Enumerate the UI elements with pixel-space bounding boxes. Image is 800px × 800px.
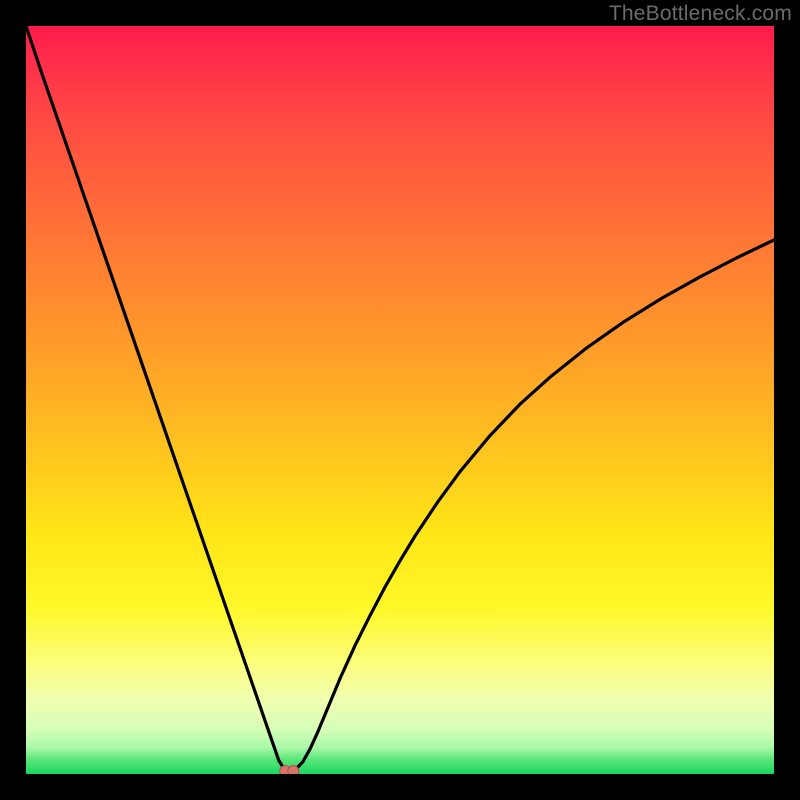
marker-dot <box>288 766 299 774</box>
bottleneck-curve <box>26 26 774 771</box>
bottleneck-point-marker <box>280 766 299 774</box>
watermark-text: TheBottleneck.com <box>609 2 792 26</box>
chart-svg <box>26 26 774 774</box>
plot-area <box>26 26 774 774</box>
